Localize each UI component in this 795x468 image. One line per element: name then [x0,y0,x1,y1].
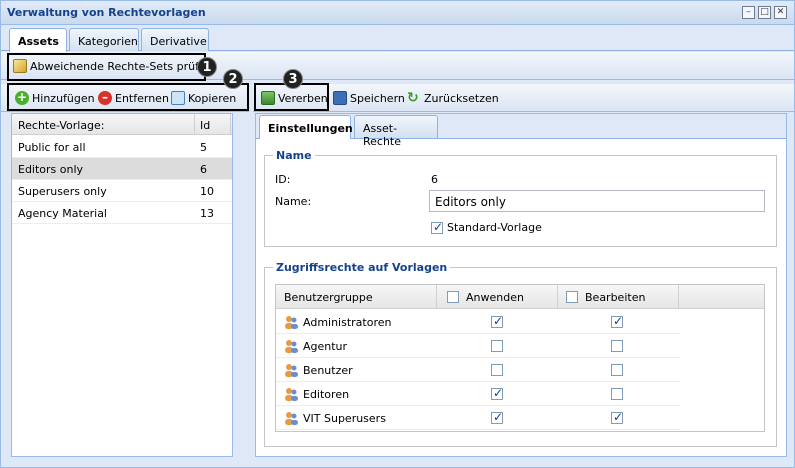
save-label: Speichern [350,91,405,105]
apply-checkbox[interactable] [491,386,503,400]
apply-checkbox[interactable] [491,410,503,424]
window-title: Verwaltung von Rechtevorlagen [7,6,206,19]
apply-checkbox[interactable] [491,364,503,376]
access-grid: Benutzergruppe Anwenden Bearbeiten Admin… [275,284,765,432]
access-row: VIT Superusers [276,406,680,430]
reset-button[interactable]: ↻ Zurücksetzen [407,90,499,106]
access-row: Administratoren [276,310,680,334]
access-grid-header: Benutzergruppe Anwenden Bearbeiten [276,285,764,309]
template-name: Agency Material [18,207,107,220]
annotation-marker-1: 1 [197,57,217,77]
template-list-header: Rechte-Vorlage: Id [12,114,232,135]
close-icon[interactable]: ✕ [774,6,787,19]
user-group-name: Editoren [303,388,350,401]
default-template-checkbox-row[interactable]: Standard-Vorlage [431,220,542,234]
column-edit[interactable]: Bearbeiten [585,291,645,304]
tab-einstellungen[interactable]: Einstellungen [259,115,353,139]
edit-checkbox[interactable] [611,314,623,328]
column-user-group[interactable]: Benutzergruppe [284,291,373,304]
template-row[interactable]: Agency Material 13 [12,202,232,224]
main-tabstrip: Assets Kategorien Derivative [1,25,794,52]
name-label: Name: [275,195,312,208]
template-id: 5 [200,141,207,154]
reset-label: Zurücksetzen [424,91,499,105]
user-group-icon [284,411,298,425]
id-value: 6 [431,173,438,186]
access-row: Benutzer [276,358,680,382]
annotation-marker-3: 3 [283,69,303,89]
edit-all-checkbox[interactable] [566,291,578,303]
template-name: Editors only [18,163,84,176]
column-template-id[interactable]: Id [200,119,210,132]
detail-tabstrip: Einstellungen Asset-Rechte [256,114,786,148]
user-group-name: Benutzer [303,364,353,377]
tab-kategorien[interactable]: Kategorien [69,28,139,51]
apply-all-checkbox[interactable] [447,291,459,303]
annotation-box-2 [7,83,249,111]
user-group-name: Administratoren [303,316,392,329]
user-group-icon [284,387,298,401]
id-label: ID: [275,173,291,186]
detail-toolbar: Vererben Speichern ↻ Zurücksetzen [253,84,794,112]
template-id: 13 [200,207,214,220]
template-row[interactable]: Public for all 5 [12,136,232,158]
rights-template-window: Verwaltung von Rechtevorlagen – □ ✕ Asse… [0,0,795,468]
column-template-name[interactable]: Rechte-Vorlage: [18,119,105,132]
window-titlebar: Verwaltung von Rechtevorlagen – □ ✕ [1,1,794,25]
template-row[interactable]: Superusers only 10 [12,180,232,202]
template-id: 6 [200,163,207,176]
edit-checkbox[interactable] [611,410,623,424]
name-input[interactable]: Editors only [429,190,765,212]
user-group-name: VIT Superusers [303,412,386,425]
user-group-icon [284,315,298,329]
annotation-box-1 [7,53,206,81]
edit-checkbox[interactable] [611,340,623,352]
template-row-selected[interactable]: Editors only 6 [12,158,232,180]
template-name: Superusers only [18,185,107,198]
default-template-checkbox[interactable] [431,220,443,234]
apply-checkbox[interactable] [491,314,503,328]
tab-asset-rechte[interactable]: Asset-Rechte [354,115,438,148]
minimize-icon[interactable]: – [742,6,755,19]
save-button[interactable]: Speichern [333,90,405,106]
access-row: Agentur [276,334,680,358]
apply-checkbox[interactable] [491,340,503,352]
template-id: 10 [200,185,214,198]
maximize-icon[interactable]: □ [758,6,771,19]
access-row: Editoren [276,382,680,406]
edit-checkbox[interactable] [611,388,623,400]
user-group-name: Agentur [303,340,348,353]
name-legend: Name [273,149,315,162]
refresh-icon: ↻ [407,90,419,106]
template-name: Public for all [18,141,86,154]
annotation-marker-2: 2 [223,69,243,89]
user-group-icon [284,339,298,353]
tab-derivative[interactable]: Derivative [141,28,209,51]
template-list: Rechte-Vorlage: Id Public for all 5 Edit… [11,113,233,457]
column-apply[interactable]: Anwenden [466,291,524,304]
floppy-icon [333,91,347,105]
user-group-icon [284,363,298,377]
access-legend: Zugriffsrechte auf Vorlagen [273,261,451,274]
tab-assets[interactable]: Assets [9,28,67,52]
edit-checkbox[interactable] [611,364,623,376]
default-template-label: Standard-Vorlage [447,221,542,234]
